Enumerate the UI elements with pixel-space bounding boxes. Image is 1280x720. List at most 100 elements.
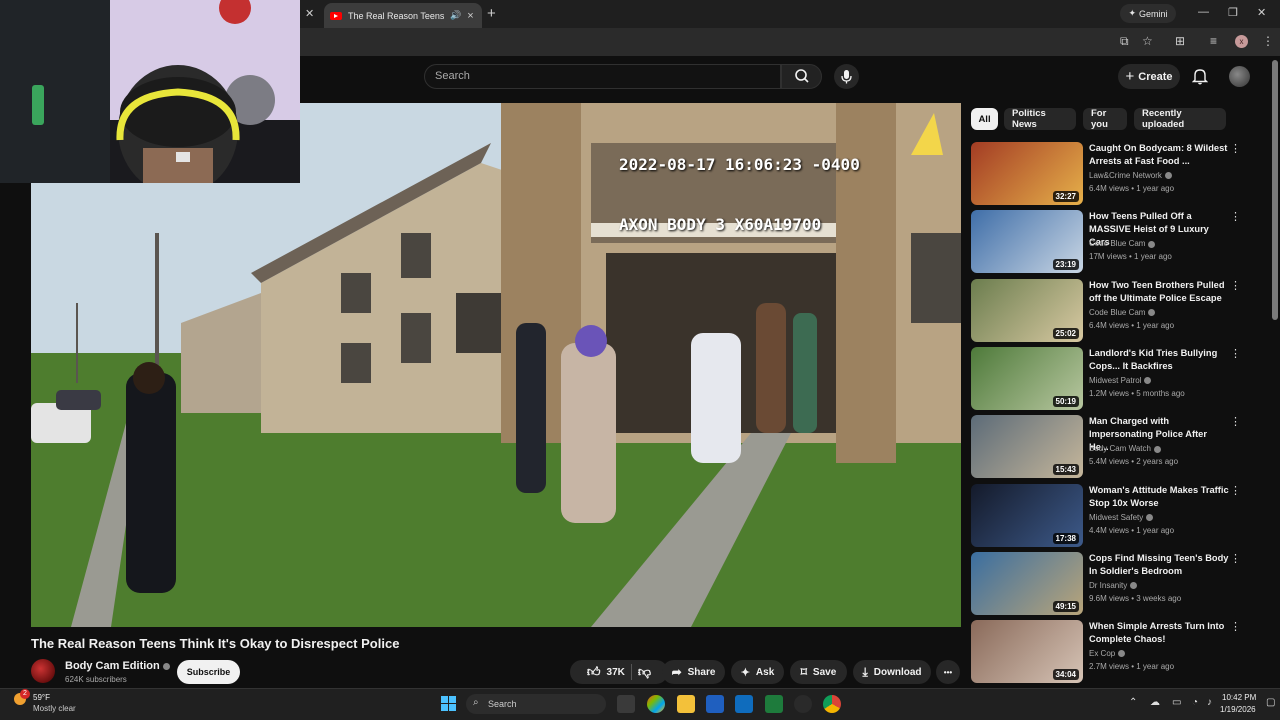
recommended-video-title[interactable]: Caught On Bodycam: 8 Wildest Arrests at … <box>1089 142 1229 168</box>
recommended-channel-name[interactable]: Code Blue Cam <box>1089 308 1156 317</box>
search-button[interactable] <box>781 64 822 89</box>
more-options-icon[interactable]: ⋮ <box>1230 484 1241 497</box>
weather-widget[interactable]: 2 <box>14 689 30 707</box>
show-hidden-icons-icon[interactable]: ⌃ <box>1129 697 1137 708</box>
search-input[interactable]: Search <box>424 64 781 89</box>
channel-name[interactable]: Body Cam Edition <box>65 660 170 672</box>
recommended-video-title[interactable]: Woman's Attitude Makes Traffic Stop 10x … <box>1089 484 1229 510</box>
gemini-button[interactable]: ✦ Gemini <box>1120 4 1176 23</box>
recommended-video[interactable]: 50:19 Landlord's Kid Tries Bullying Cops.… <box>971 346 1251 411</box>
recommended-video[interactable]: 15:43 Man Charged with Impersonating Poli… <box>971 415 1251 479</box>
media-control-icon[interactable]: ≡ <box>1210 34 1217 48</box>
download-button[interactable]: ⤓ Download <box>853 660 931 684</box>
bookmark-star-icon[interactable]: ☆ <box>1142 34 1153 48</box>
more-options-icon[interactable]: ⋮ <box>1230 415 1241 428</box>
recommended-channel-name[interactable]: Ex Cop <box>1089 649 1126 659</box>
xbox-icon[interactable] <box>765 695 783 713</box>
recommended-channel-label: Midwest Safety <box>1089 512 1144 522</box>
previous-tab-close-icon[interactable]: ✕ <box>305 7 314 20</box>
more-options-icon[interactable]: ⋮ <box>1230 620 1241 633</box>
microsoft-store-icon[interactable] <box>706 695 724 713</box>
more-options-icon[interactable]: ⋮ <box>1230 279 1241 292</box>
chip-all[interactable]: All <box>971 108 998 130</box>
recommended-channel-name[interactable]: Midwest Safety <box>1089 512 1154 522</box>
share-button[interactable]: ➦ Share <box>662 660 725 684</box>
taskbar-search[interactable]: ⌕ Search <box>466 694 606 714</box>
sparkle-icon: ✦ <box>740 666 750 679</box>
like-button[interactable]: 👍︎ 37K <box>587 664 625 680</box>
wifi-icon[interactable]: ◔ <box>1192 697 1198 708</box>
ask-button[interactable]: ✦ Ask <box>731 660 784 684</box>
create-button[interactable]: + Create <box>1118 64 1180 89</box>
channel-avatar[interactable] <box>31 659 55 683</box>
recommended-channel-label: Ex Cop <box>1089 649 1116 659</box>
more-options-icon[interactable]: ⋮ <box>1230 347 1241 360</box>
more-options-icon[interactable]: ⋮ <box>1230 142 1241 155</box>
verified-badge-icon <box>1148 308 1156 316</box>
browser-menu-icon[interactable]: ⋮ <box>1262 34 1274 48</box>
video-thumbnail[interactable]: 34:04 <box>971 620 1083 684</box>
active-tab[interactable]: The Real Reason Teens Thi 🔊 × <box>324 3 482 28</box>
video-thumbnail[interactable]: 25:02 <box>971 278 1083 342</box>
recommended-video[interactable]: 49:15 Cops Find Missing Teen's Body In So… <box>971 551 1251 616</box>
save-button[interactable]: ⌑ Save <box>790 660 847 684</box>
profile-avatar-icon[interactable]: x <box>1235 35 1248 48</box>
clock-date[interactable]: 1/19/2026 <box>1220 705 1256 714</box>
copilot-icon[interactable] <box>647 695 665 713</box>
dislike-button[interactable]: 👎︎ <box>638 664 651 680</box>
extensions-icon[interactable]: ⊞ <box>1175 34 1185 48</box>
clock-time[interactable]: 10:42 PM <box>1222 693 1256 702</box>
recommended-video[interactable]: 17:38 Woman's Attitude Makes Traffic Stop… <box>971 483 1251 548</box>
chip-recently-uploaded[interactable]: Recently uploaded <box>1134 108 1226 130</box>
page-scrollbar[interactable] <box>1272 60 1278 320</box>
recommended-video-title[interactable]: Landlord's Kid Tries Bullying Cops... It… <box>1089 347 1229 373</box>
notifications-bell-icon[interactable] <box>1192 67 1208 85</box>
video-thumbnail[interactable]: 15:43 <box>971 415 1083 479</box>
file-explorer-icon[interactable] <box>677 695 695 713</box>
new-tab-button[interactable]: + <box>487 5 496 22</box>
install-app-icon[interactable]: ⧉ <box>1120 34 1129 49</box>
recommended-channel-name[interactable]: Code Blue Cam <box>1089 239 1156 248</box>
video-thumbnail[interactable]: 50:19 <box>971 346 1083 410</box>
battery-icon[interactable]: ▭ <box>1172 697 1181 708</box>
recommended-video[interactable]: 34:04 When Simple Arrests Turn Into Compl… <box>971 620 1251 684</box>
voice-search-button[interactable] <box>834 64 859 89</box>
minimize-button[interactable]: — <box>1198 6 1209 18</box>
video-thumbnail[interactable]: 17:38 <box>971 483 1083 547</box>
maximize-button[interactable]: ❐ <box>1228 6 1238 19</box>
close-window-button[interactable]: ✕ <box>1257 6 1266 19</box>
video-duration: 17:38 <box>1052 532 1079 544</box>
speaker-icon[interactable]: 🔊 <box>450 10 461 21</box>
recommended-video-title[interactable]: Cops Find Missing Teen's Body In Soldier… <box>1089 552 1229 578</box>
recommended-channel-name[interactable]: Midwest Patrol <box>1089 376 1152 385</box>
more-actions-button[interactable]: ••• <box>936 660 960 684</box>
tab-close-icon[interactable]: × <box>467 10 473 22</box>
notifications-icon[interactable]: ▢ <box>1266 697 1275 708</box>
start-button[interactable] <box>441 696 456 711</box>
recommended-video-title[interactable]: How Two Teen Brothers Pulled off the Ult… <box>1089 279 1229 305</box>
more-options-icon[interactable]: ⋮ <box>1230 210 1241 223</box>
weather-temperature: 59°F <box>33 693 50 702</box>
recommended-video-title[interactable]: When Simple Arrests Turn Into Complete C… <box>1089 620 1229 646</box>
recommended-video[interactable]: 25:02 How Two Teen Brothers Pulled off th… <box>971 278 1251 343</box>
account-avatar[interactable] <box>1229 66 1250 87</box>
save-label: Save <box>812 666 837 678</box>
recommended-video[interactable]: 23:19 How Teens Pulled Off a MASSIVE Heis… <box>971 210 1251 274</box>
recommended-channel-name[interactable]: Law&Crime Network <box>1089 171 1172 180</box>
recommended-channel-name[interactable]: Body Cam Watch <box>1089 444 1161 453</box>
subscribe-button[interactable]: Subscribe <box>177 660 240 684</box>
network-icon[interactable]: ☁ <box>1150 697 1160 708</box>
chip-for-you[interactable]: For you <box>1083 108 1127 130</box>
video-thumbnail[interactable]: 32:27 <box>971 142 1083 205</box>
more-options-icon[interactable]: ⋮ <box>1230 552 1241 565</box>
outlook-icon[interactable] <box>735 695 753 713</box>
video-thumbnail[interactable]: 23:19 <box>971 210 1083 274</box>
volume-icon[interactable]: ♪ <box>1207 697 1212 708</box>
video-thumbnail[interactable]: 49:15 <box>971 551 1083 615</box>
recommended-channel-name[interactable]: Dr Insanity <box>1089 581 1138 590</box>
chip-politics-news[interactable]: Politics News <box>1004 108 1076 130</box>
task-view-icon[interactable] <box>617 695 635 713</box>
obs-icon[interactable] <box>794 695 812 713</box>
recommended-video[interactable]: 32:27 Caught On Bodycam: 8 Wildest Arrest… <box>971 142 1251 206</box>
chrome-icon[interactable] <box>823 695 841 713</box>
